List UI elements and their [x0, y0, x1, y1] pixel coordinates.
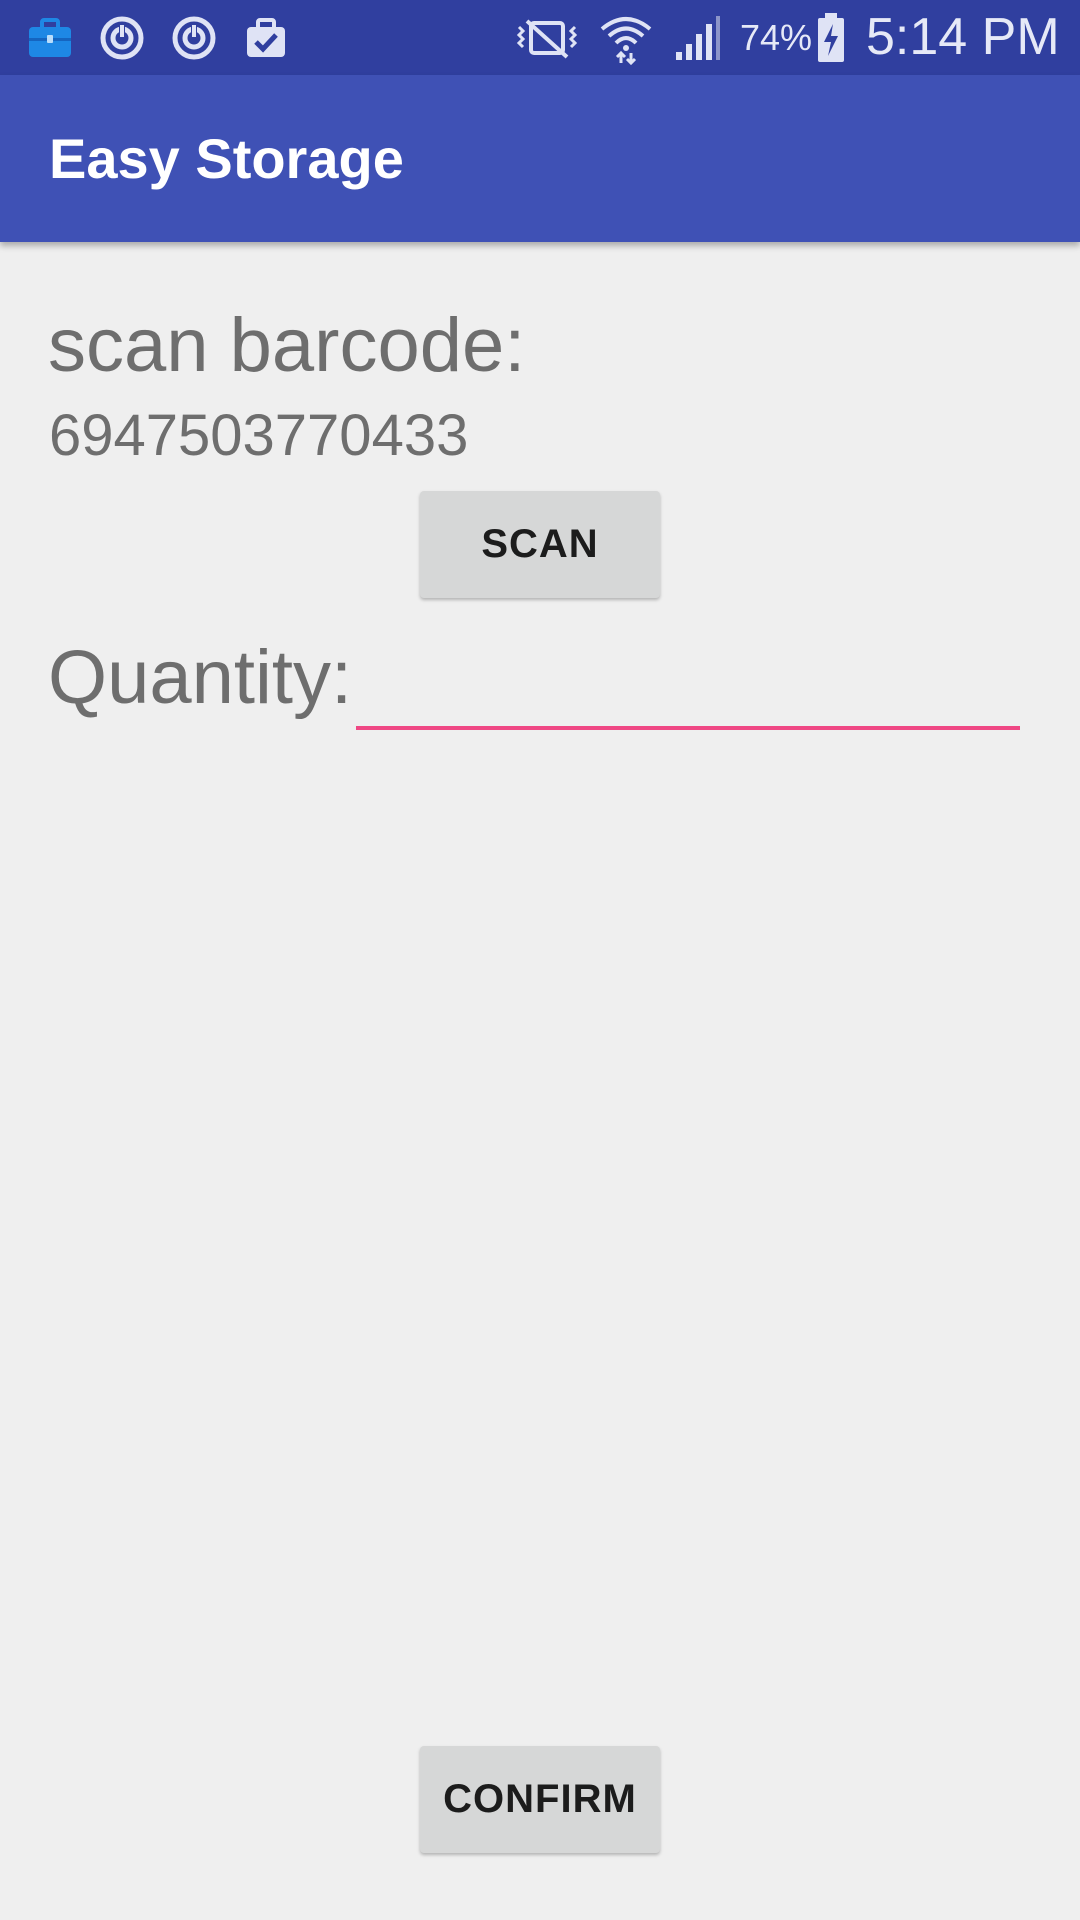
quantity-input[interactable] — [356, 636, 1020, 730]
confirm-button[interactable]: CONFIRM — [420, 1746, 660, 1853]
app-title: Easy Storage — [49, 127, 404, 190]
battery-charging-icon — [814, 0, 848, 75]
briefcase-icon — [24, 0, 76, 75]
confirm-button-label: CONFIRM — [443, 1777, 637, 1821]
sync-icon — [96, 0, 148, 75]
clock: 5:14 PM — [866, 8, 1060, 66]
signal-icon — [670, 0, 724, 75]
scan-barcode-label: scan barcode: — [48, 303, 526, 388]
app-bar: Easy Storage — [0, 75, 1080, 242]
vibrate-off-icon — [512, 0, 582, 75]
battery-percent: 74% — [740, 17, 813, 58]
sync-icon — [168, 0, 220, 75]
status-bar: 74% 5:14 PM — [0, 0, 1080, 75]
screen: 74% 5:14 PM Easy Storage scan barcode: 6… — [0, 0, 1080, 1920]
wifi-icon — [598, 0, 654, 75]
barcode-value: 6947503770433 — [49, 403, 469, 468]
scan-button-label: SCAN — [481, 522, 599, 566]
quantity-label: Quantity: — [48, 635, 353, 720]
clipboard-check-icon — [240, 0, 292, 75]
scan-button[interactable]: SCAN — [420, 491, 660, 598]
